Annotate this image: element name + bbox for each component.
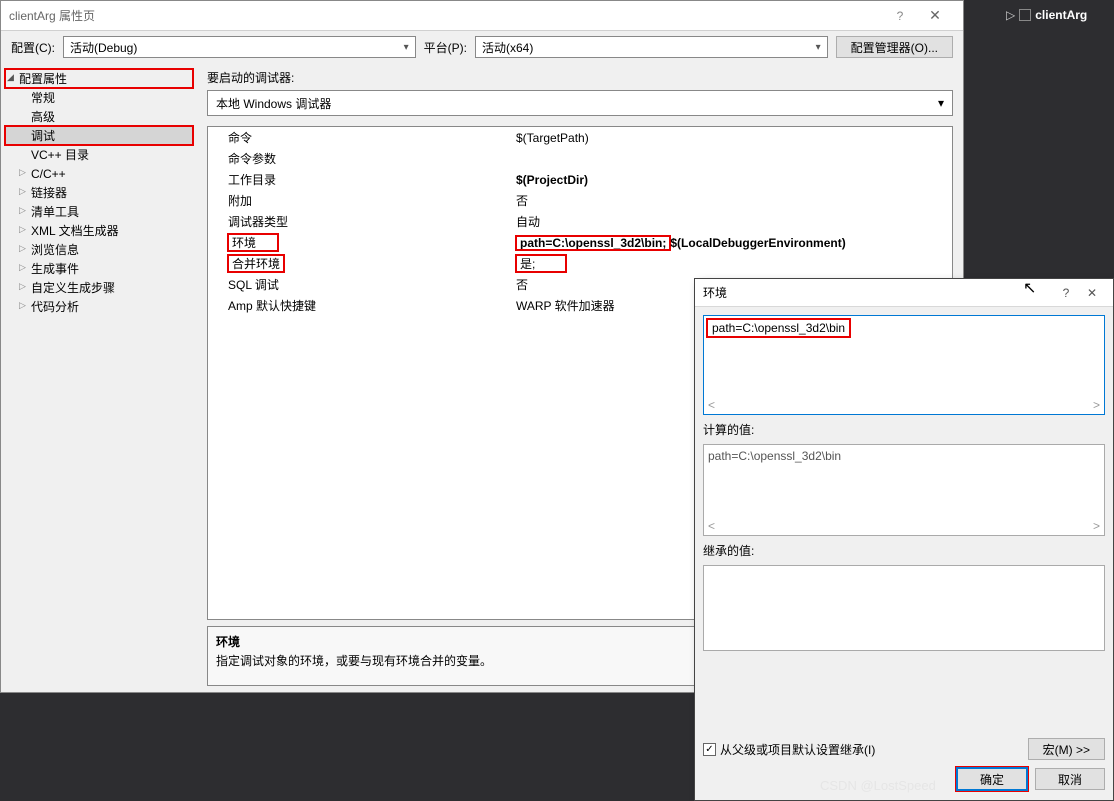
platform-combo[interactable]: 活动(x64) ▾	[475, 36, 828, 58]
ok-button[interactable]: 确定	[957, 768, 1027, 790]
tree-root[interactable]: 配置属性	[5, 69, 193, 88]
property-row[interactable]: 命令参数	[208, 148, 952, 169]
environment-dialog: 环境 ? ✕ path=C:\openssl_3d2\bin <> 计算的值: …	[694, 278, 1114, 801]
checkbox-icon: ✓	[703, 743, 716, 756]
watermark: CSDN @LostSpeed	[820, 778, 936, 793]
tree-item[interactable]: 调试	[5, 126, 193, 145]
config-manager-button[interactable]: 配置管理器(O)...	[836, 36, 953, 58]
project-icon	[1019, 9, 1031, 21]
property-row[interactable]: 命令$(TargetPath)	[208, 127, 952, 148]
macros-button[interactable]: 宏(M) >>	[1028, 738, 1105, 760]
tree-item[interactable]: C/C++	[5, 164, 193, 183]
env-title: 环境	[703, 284, 1053, 301]
tree-item[interactable]: XML 文档生成器	[5, 221, 193, 240]
launch-label: 要启动的调试器:	[207, 69, 953, 86]
cancel-button[interactable]: 取消	[1035, 768, 1105, 790]
env-titlebar: 环境 ? ✕	[695, 279, 1113, 307]
tree-item[interactable]: 生成事件	[5, 259, 193, 278]
help-button[interactable]: ?	[1053, 286, 1079, 300]
inherit-checkbox[interactable]: ✓ 从父级或项目默认设置继承(I)	[703, 741, 875, 758]
property-tree: 配置属性 常规高级调试VC++ 目录C/C++链接器清单工具XML 文档生成器浏…	[1, 63, 197, 692]
tree-item[interactable]: VC++ 目录	[5, 145, 193, 164]
computed-value: path=C:\openssl_3d2\bin <>	[703, 444, 1105, 536]
config-toolbar: 配置(C): 活动(Debug) ▾ 平台(P): 活动(x64) ▾ 配置管理…	[1, 31, 963, 63]
tree-item[interactable]: 浏览信息	[5, 240, 193, 259]
computed-label: 计算的值:	[703, 421, 1105, 438]
chevron-down-icon: ▾	[816, 42, 821, 53]
inherited-label: 继承的值:	[703, 542, 1105, 559]
config-combo[interactable]: 活动(Debug) ▾	[63, 36, 416, 58]
chevron-down-icon: ▾	[938, 96, 944, 110]
property-row[interactable]: 合并环境是;	[208, 253, 952, 274]
tree-item[interactable]: 代码分析	[5, 297, 193, 316]
window-title: clientArg 属性页	[9, 7, 885, 24]
help-button[interactable]: ?	[885, 9, 915, 23]
tree-item[interactable]: 高级	[5, 107, 193, 126]
close-button[interactable]: ✕	[1079, 286, 1105, 300]
chevron-down-icon: ▾	[404, 42, 409, 53]
property-row[interactable]: 附加否	[208, 190, 952, 211]
titlebar: clientArg 属性页 ? ✕	[1, 1, 963, 31]
env-input[interactable]: path=C:\openssl_3d2\bin <>	[703, 315, 1105, 415]
config-label: 配置(C):	[11, 39, 55, 56]
tree-item[interactable]: 清单工具	[5, 202, 193, 221]
property-row[interactable]: 工作目录$(ProjectDir)	[208, 169, 952, 190]
close-button[interactable]: ✕	[915, 7, 955, 24]
solution-explorer-item[interactable]: ▷ clientArg	[1002, 0, 1114, 30]
debugger-combo[interactable]: 本地 Windows 调试器 ▾	[207, 90, 953, 116]
property-row[interactable]: 调试器类型自动	[208, 211, 952, 232]
inherited-value	[703, 565, 1105, 651]
project-name: clientArg	[1035, 8, 1087, 22]
property-row[interactable]: 环境path=C:\openssl_3d2\bin;$(LocalDebugge…	[208, 232, 952, 253]
tree-item[interactable]: 链接器	[5, 183, 193, 202]
platform-label: 平台(P):	[424, 39, 467, 56]
tree-item[interactable]: 自定义生成步骤	[5, 278, 193, 297]
tree-item[interactable]: 常规	[5, 88, 193, 107]
